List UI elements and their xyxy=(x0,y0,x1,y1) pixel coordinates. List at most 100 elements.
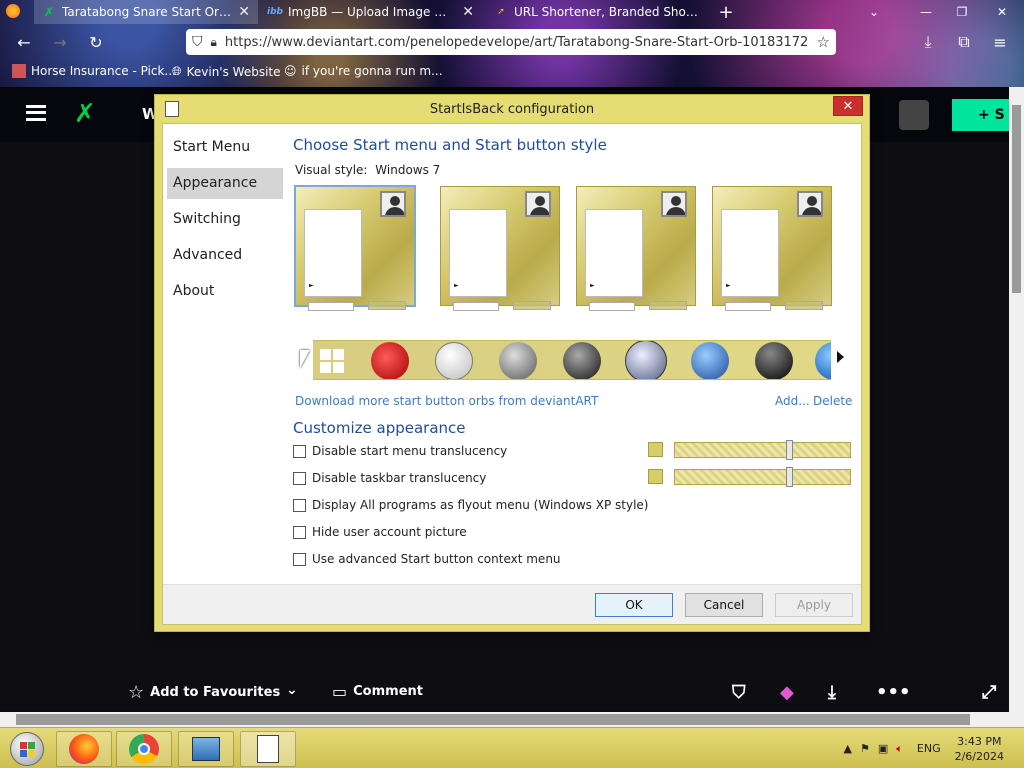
firefox-icon[interactable] xyxy=(6,4,20,18)
vertical-scrollbar[interactable] xyxy=(1009,87,1024,727)
download-orbs-link[interactable]: Download more start button orbs from dev… xyxy=(295,394,598,408)
checkbox-disable-taskbar-translucency[interactable]: Disable taskbar translucency xyxy=(293,471,486,485)
cancel-button[interactable]: Cancel xyxy=(685,593,763,617)
more-options-icon[interactable]: ••• xyxy=(876,682,911,703)
tab-deviantart[interactable]: ✗ Taratabong Snare Start Orb by P... ✕ xyxy=(34,0,258,24)
network-icon[interactable]: ▣ xyxy=(878,742,888,755)
close-window-icon[interactable]: ✕ xyxy=(984,0,1020,24)
fullscreen-icon[interactable]: ⤢ xyxy=(982,682,996,703)
gift-icon[interactable]: ⛉ xyxy=(732,682,746,703)
deviantart-logo-icon[interactable]: ✗ xyxy=(74,99,96,129)
windows-white-orb-icon[interactable] xyxy=(435,342,473,379)
checkbox-advanced-context-menu[interactable]: Use advanced Start button context menu xyxy=(293,552,561,566)
extensions-icon[interactable]: ⧉ xyxy=(952,31,976,53)
windows-glass-orb-icon[interactable] xyxy=(625,341,667,379)
style-preview-2[interactable]: ► xyxy=(440,186,560,311)
taskbar-firefox[interactable] xyxy=(56,731,112,767)
settings-sidebar: Start Menu Appearance Switching Advanced… xyxy=(163,124,288,585)
checkbox[interactable] xyxy=(293,498,306,512)
scrollbar-thumb[interactable] xyxy=(1012,105,1021,293)
slider-handle[interactable] xyxy=(786,467,793,487)
minimize-icon[interactable]: — xyxy=(908,0,944,24)
style-preview-3[interactable]: ► xyxy=(576,186,696,311)
checkbox[interactable] xyxy=(293,525,306,539)
core-gem-icon[interactable]: ◆ xyxy=(780,682,794,703)
close-button[interactable]: ✕ xyxy=(833,96,863,116)
show-hidden-icons-icon[interactable]: ▲ xyxy=(844,742,852,755)
new-tab-button[interactable]: + xyxy=(712,0,740,24)
taskbar-chrome[interactable] xyxy=(116,731,172,767)
user-picture-icon xyxy=(797,191,823,217)
bookmark-run[interactable]: ☺ if you're gonna run m... xyxy=(284,64,443,78)
taskbar-opacity-slider[interactable] xyxy=(674,467,851,487)
delete-orb-link[interactable]: Delete xyxy=(813,394,852,408)
hamburger-menu-icon[interactable] xyxy=(26,105,46,121)
downloads-icon[interactable]: ⤓ xyxy=(916,31,940,53)
taskbar-color-swatch[interactable] xyxy=(648,469,663,484)
menu-icon[interactable]: ≡ xyxy=(988,31,1012,53)
submit-button[interactable]: + S xyxy=(952,99,1012,131)
back-icon[interactable]: ← xyxy=(12,31,36,53)
apply-button[interactable]: Apply xyxy=(775,593,853,617)
url-input[interactable]: https://www.deviantart.com/penelopedevel… xyxy=(225,35,809,50)
lock-icon[interactable]: 🔒︎ xyxy=(211,35,217,50)
bookmark-horse-insurance[interactable]: Horse Insurance - Pick... xyxy=(12,64,176,78)
sidebar-item-switching[interactable]: Switching xyxy=(167,204,283,235)
shield-icon[interactable]: ⛉ xyxy=(192,34,203,50)
start-menu-color-swatch[interactable] xyxy=(648,442,663,457)
download-icon[interactable]: ⤓ xyxy=(828,682,836,703)
checkbox-disable-start-translucency[interactable]: Disable start menu translucency xyxy=(293,444,507,458)
taskbar-startisback[interactable] xyxy=(240,731,296,767)
style-preview-4[interactable]: ► xyxy=(712,186,832,311)
blue-orb-icon[interactable] xyxy=(815,342,831,379)
sidebar-item-advanced[interactable]: Advanced xyxy=(167,240,283,271)
checkbox[interactable] xyxy=(293,444,306,458)
bookmark-favicon: ☺ xyxy=(284,64,297,78)
horizontal-scrollbar[interactable] xyxy=(0,712,1009,727)
windows-silver-orb-icon[interactable] xyxy=(499,342,537,379)
add-orb-link[interactable]: Add... xyxy=(775,394,810,408)
checkbox-hide-user-picture[interactable]: Hide user account picture xyxy=(293,525,467,539)
bookmark-kevins-website[interactable]: 🌐︎ Kevin's Website xyxy=(172,64,281,79)
avatar[interactable] xyxy=(899,100,929,130)
close-icon[interactable]: ✕ xyxy=(462,4,474,20)
list-tabs-icon[interactable]: ⌄ xyxy=(856,0,892,24)
tab-url-shortener[interactable]: ➚ URL Shortener, Branded Short... xyxy=(486,0,708,24)
close-icon[interactable]: ✕ xyxy=(238,4,250,20)
volume-muted-icon[interactable]: 🔈︎ xyxy=(896,742,903,756)
address-bar[interactable]: ⛉ 🔒︎ https://www.deviantart.com/penelope… xyxy=(186,29,836,55)
favourites-dropdown-icon[interactable]: ⌄ xyxy=(286,682,298,698)
ok-button[interactable]: OK xyxy=(595,593,673,617)
forward-icon[interactable]: → xyxy=(48,31,72,53)
comment-button[interactable]: ▭ Comment xyxy=(332,682,423,701)
start-orb-icon[interactable] xyxy=(10,732,44,766)
slider-handle[interactable] xyxy=(786,440,793,460)
christmas-ornament-orb-icon[interactable] xyxy=(371,342,409,379)
startisback-icon xyxy=(257,735,279,763)
checkbox-flyout-all-programs[interactable]: Display All programs as flyout menu (Win… xyxy=(293,498,648,512)
tab-imgbb[interactable]: ibb ImgBB — Upload Image — Fre... ✕ xyxy=(260,0,482,24)
dialog-titlebar[interactable]: StartIsBack configuration xyxy=(155,95,869,123)
sidebar-item-appearance[interactable]: Appearance xyxy=(167,168,283,199)
scrollbar-thumb[interactable] xyxy=(16,714,970,725)
windows-dark-orb-icon[interactable] xyxy=(563,342,601,379)
language-indicator[interactable]: ENG xyxy=(917,742,941,755)
start-orb-strip[interactable] xyxy=(313,340,831,380)
star-icon[interactable]: ☆ xyxy=(817,33,830,51)
black-orb-icon[interactable] xyxy=(755,342,793,379)
clock[interactable]: 3:43 PM 2/6/2024 xyxy=(955,734,1004,764)
sidebar-item-start-menu[interactable]: Start Menu xyxy=(167,132,283,163)
orb-scroll-right-icon[interactable] xyxy=(837,351,844,363)
taskbar-control-panel[interactable] xyxy=(178,731,234,767)
style-preview-1[interactable]: ► xyxy=(294,185,416,311)
reload-icon[interactable]: ↻ xyxy=(84,31,108,53)
restore-icon[interactable]: ❐ xyxy=(944,0,980,24)
sidebar-item-about[interactable]: About xyxy=(167,276,283,307)
action-center-flag-icon[interactable]: ⚑ xyxy=(860,742,870,755)
windows-color-orb-icon[interactable] xyxy=(691,342,729,379)
add-to-favourites-button[interactable]: ☆ Add to Favourites xyxy=(128,682,280,703)
checkbox[interactable] xyxy=(293,471,306,485)
start-menu-opacity-slider[interactable] xyxy=(674,440,851,460)
windows-flat-orb-icon[interactable] xyxy=(313,342,351,379)
checkbox[interactable] xyxy=(293,552,306,566)
